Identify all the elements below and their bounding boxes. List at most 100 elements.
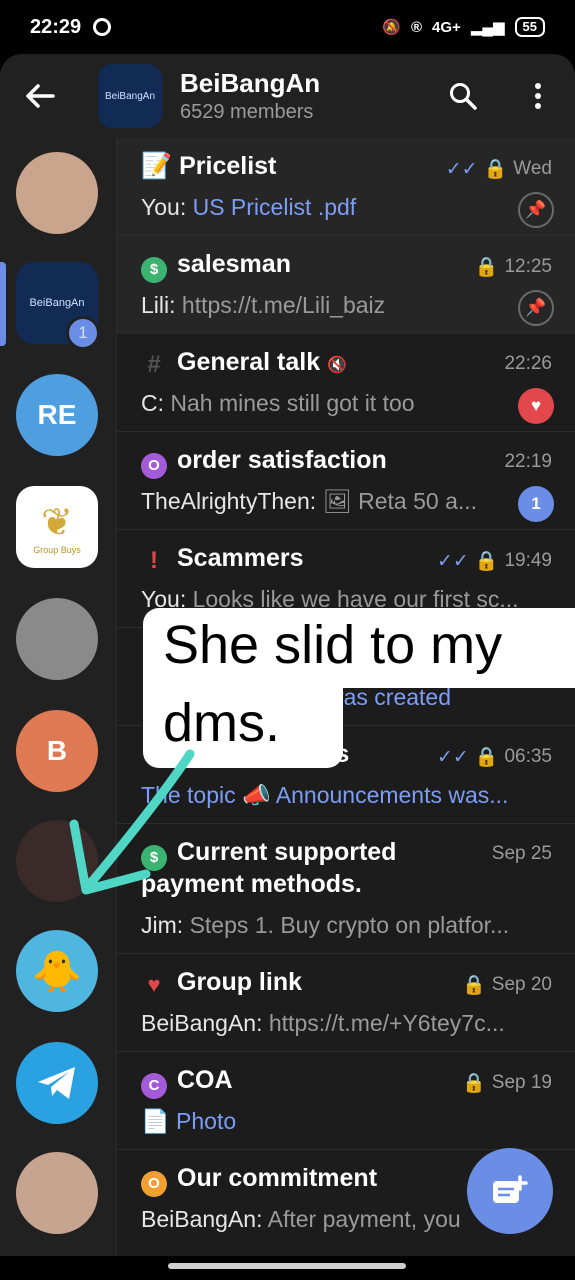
dollar-icon: $ bbox=[141, 256, 167, 283]
double-check-icon: ✓✓ bbox=[436, 550, 469, 572]
group-title-block[interactable]: BeiBangAn 6529 members bbox=[180, 68, 320, 124]
topic-preview: You: US Pricelist .pdf bbox=[141, 194, 357, 220]
topic-preview: BeiBangAn: After payment, you bbox=[141, 1206, 461, 1232]
home-handle[interactable] bbox=[168, 1263, 406, 1269]
sidebar-avatar-label: Group Buys bbox=[33, 544, 81, 555]
topic-time: 🔒 Sep 20 bbox=[462, 974, 552, 996]
double-check-icon: ✓✓ bbox=[436, 746, 469, 768]
topic-title: C COA bbox=[141, 1066, 233, 1099]
topic-title: ♥ Group link bbox=[141, 968, 302, 998]
app-window: BeiBangAn BeiBangAn 6529 members BeiBang… bbox=[0, 54, 575, 1280]
topic-row[interactable]: $ salesman 🔒 12:25 Lili: https://t.me/Lili… bbox=[117, 236, 575, 334]
topic-title: 📝 Pricelist bbox=[141, 152, 277, 180]
new-topic-button[interactable] bbox=[467, 1148, 553, 1234]
group-header: BeiBangAn BeiBangAn 6529 members bbox=[0, 54, 575, 138]
selected-indicator bbox=[0, 262, 6, 346]
sidebar-avatar-1[interactable] bbox=[16, 152, 98, 234]
topic-time: ✓✓ 🔒 19:49 bbox=[436, 550, 552, 572]
topic-title: O Our commitment bbox=[141, 1164, 377, 1197]
topic-preview: BeiBangAn: https://t.me/+Y6tey7c... bbox=[141, 1010, 505, 1036]
status-time: 22:29 bbox=[30, 15, 82, 38]
network-label: 4G+ bbox=[432, 18, 461, 36]
topic-time: ✓✓ 🔒 06:35 bbox=[436, 746, 552, 768]
sidebar-avatar-telegram[interactable] bbox=[16, 1042, 98, 1124]
mute-icon: 🔕 bbox=[382, 19, 401, 36]
topic-preview: was created bbox=[327, 684, 452, 710]
topic-time: 22:26 bbox=[504, 353, 552, 374]
topic-preview: The topic 📣 Announcements was... bbox=[141, 782, 509, 808]
sidebar-avatar-label: RE bbox=[37, 399, 77, 430]
topic-icon: O bbox=[141, 452, 167, 479]
signal-icon: ▂▄▆ bbox=[470, 19, 505, 36]
laurel-icon: ❦ bbox=[41, 501, 73, 544]
topic-time: ✓✓ 🔒 Wed bbox=[445, 158, 552, 180]
group-avatar[interactable]: BeiBangAn bbox=[98, 64, 162, 128]
topic-title: $ salesman bbox=[141, 250, 291, 283]
megaphone-icon: 📣 bbox=[242, 782, 271, 808]
registered-icon: ® bbox=[410, 18, 423, 36]
search-button[interactable] bbox=[433, 54, 493, 138]
topic-preview: Lili: https://t.me/Lili_baiz bbox=[141, 292, 386, 318]
topic-row[interactable]: C COA 🔒 Sep 19 📄 Photo bbox=[117, 1052, 575, 1150]
muted-icon: 🔇 bbox=[327, 357, 348, 374]
chat-folder-sidebar: BeiBangAn 1 RE ❦ Group Buys B 🐥 bbox=[0, 138, 116, 1258]
memo-icon: 📝 bbox=[141, 152, 173, 180]
lock-icon: 🔒 bbox=[462, 1073, 486, 1094]
topic-icon: C bbox=[141, 1072, 167, 1099]
topic-title: # General talk 🔇 bbox=[141, 348, 347, 378]
sidebar-avatar-10[interactable] bbox=[16, 1152, 98, 1234]
topic-icon: O bbox=[141, 1170, 167, 1197]
group-title: BeiBangAn bbox=[180, 68, 321, 98]
member-count: 6529 members bbox=[180, 101, 314, 123]
heart-reaction-icon[interactable]: ♥ bbox=[518, 388, 554, 424]
sidebar-avatar-label: BeiBangAn bbox=[29, 297, 85, 309]
lock-icon: 🔒 bbox=[462, 975, 486, 996]
status-circle-icon bbox=[93, 18, 112, 36]
back-button[interactable] bbox=[0, 54, 80, 138]
telegram-icon bbox=[38, 1067, 75, 1099]
sidebar-avatar-vials[interactable] bbox=[16, 598, 98, 680]
group-avatar-text: BeiBangAn bbox=[104, 90, 156, 102]
topic-row[interactable]: 📝 Pricelist ✓✓ 🔒 Wed You: US Pricelist .pd… bbox=[117, 138, 575, 236]
topic-row[interactable]: ♥ Group link 🔒 Sep 20 BeiBangAn: https://t… bbox=[117, 954, 575, 1052]
heart-icon: ♥ bbox=[147, 972, 161, 997]
search-icon bbox=[450, 83, 477, 110]
unread-badge: 1 bbox=[66, 316, 100, 350]
duck-icon: 🐥 bbox=[32, 949, 82, 994]
sidebar-avatar-beibangan[interactable]: BeiBangAn 1 bbox=[16, 262, 100, 350]
double-check-icon: ✓✓ bbox=[445, 158, 478, 180]
sidebar-avatar-re[interactable]: RE bbox=[16, 374, 98, 456]
photo-thumb-icon: 📄 bbox=[141, 1108, 170, 1134]
topic-title: Oorder satisfaction bbox=[141, 446, 387, 479]
caption-line-1: She slid to my bbox=[163, 615, 503, 675]
topic-time: 🔒 12:25 bbox=[474, 256, 552, 278]
compose-icon bbox=[493, 1175, 528, 1203]
lock-icon: 🔒 bbox=[474, 747, 499, 768]
image-thumb-icon: 🖼 bbox=[322, 488, 352, 514]
more-menu-button[interactable] bbox=[508, 54, 568, 138]
topic-preview: TheAlrightyThen: 🖼 Reta 50 a... bbox=[141, 488, 478, 514]
sidebar-avatar-duck[interactable]: 🐥 bbox=[16, 930, 98, 1012]
unread-badge[interactable]: 1 bbox=[518, 486, 554, 522]
topic-preview: Jim: Steps 1. Buy crypto on platfor... bbox=[141, 912, 510, 938]
exclamation-icon: ! bbox=[150, 547, 158, 574]
sidebar-avatar-groupbuys[interactable]: ❦ Group Buys bbox=[16, 486, 98, 568]
topic-row[interactable]: Oorder satisfaction 22:19 TheAlrightyThe… bbox=[117, 432, 575, 530]
status-indicators: 🔕 ® 4G+ ▂▄▆ 55 bbox=[382, 17, 545, 37]
topic-time: Sep 25 bbox=[491, 843, 552, 864]
status-bar: 22:29 🔕 ® 4G+ ▂▄▆ 55 bbox=[0, 0, 575, 54]
lock-icon: 🔒 bbox=[474, 257, 499, 278]
topic-title: ! Scammers bbox=[141, 544, 303, 574]
topic-row[interactable]: # General talk 🔇 22:26 C: Nah mines still… bbox=[117, 334, 575, 432]
topic-time: 22:19 bbox=[504, 451, 552, 472]
topic-preview: 📄 Photo bbox=[141, 1108, 237, 1134]
pin-icon[interactable]: 📌 bbox=[518, 290, 554, 326]
more-vertical-icon bbox=[535, 83, 541, 109]
topic-time: 🔒 Sep 19 bbox=[462, 1072, 552, 1094]
topic-preview: C: Nah mines still got it too bbox=[141, 390, 415, 416]
lock-icon: 🔒 bbox=[474, 551, 499, 572]
drawn-arrow-icon bbox=[69, 749, 195, 895]
pin-icon[interactable]: 📌 bbox=[518, 192, 554, 228]
battery-indicator: 55 bbox=[514, 17, 545, 37]
lock-icon: 🔒 bbox=[483, 159, 508, 180]
